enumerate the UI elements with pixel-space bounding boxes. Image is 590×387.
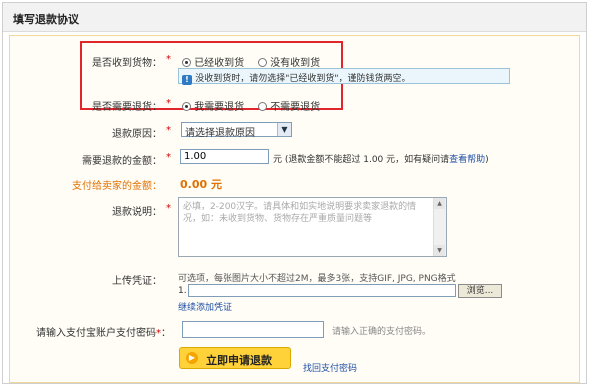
upload-index: 1.	[178, 286, 187, 296]
hint-prefix: 元 (退款金额不能超过 1.00 元，如有疑问请	[273, 155, 450, 165]
refund-reason-label-wrap: 退款原因：	[92, 125, 162, 140]
title-bar: 填写退款协议	[3, 3, 586, 32]
refund-description-textarea[interactable]: 必填，2-200汉字。请具体和如实地说明要求卖家退款的情况，如：未收到货物、货物…	[178, 197, 447, 257]
radio-icon[interactable]	[258, 102, 267, 111]
radio-label: 我需要退货	[194, 102, 245, 113]
upload-label-wrap: 上传凭证：	[92, 272, 162, 287]
radio-return-yes[interactable]: 我需要退货	[182, 98, 244, 113]
seller-payment-label: 支付给卖家的金额：	[72, 181, 162, 192]
refund-description-label-wrap: 退款说明：	[92, 203, 162, 218]
upload-file-input[interactable]	[188, 284, 456, 297]
radio-label: 不需要退货	[270, 102, 321, 113]
return-goods-label-wrap: 是否需要退货：	[92, 98, 162, 113]
notice-text: 没收到货时，请勿选择"已经收到货"，谨防钱货两空。	[195, 74, 411, 84]
seller-payment-value: 0.00 元	[180, 178, 222, 191]
help-link[interactable]: 查看帮助	[449, 155, 485, 165]
scroll-down-icon[interactable]: ▼	[434, 245, 445, 256]
radio-received-yes[interactable]: 已经收到货	[182, 54, 244, 69]
required-mark: *	[166, 125, 171, 136]
forgot-password-link[interactable]: 找回支付密码	[303, 361, 357, 374]
refund-amount-hint: 元 (退款金额不能超过 1.00 元，如有疑问请查看帮助)	[273, 152, 489, 165]
arrow-right-icon: ▶	[186, 352, 198, 364]
select-value: 请选择退款原因	[185, 128, 255, 139]
received-goods-notice: ! 没收到货时，请勿选择"已经收到货"，谨防钱货两空。	[178, 68, 510, 85]
add-more-evidence-link[interactable]: 继续添加凭证	[178, 300, 232, 313]
password-label: 请输入支付宝账户支付密码	[36, 328, 156, 339]
required-mark: *	[166, 54, 171, 65]
textarea-placeholder: 必填，2-200汉字。请具体和如实地说明要求卖家退款的情况，如：未收到货物、货物…	[183, 202, 417, 224]
scroll-up-icon[interactable]: ▲	[434, 198, 445, 209]
refund-amount-label-wrap: 需要退款的金额：	[82, 152, 162, 167]
refund-reason-select[interactable]: 请选择退款原因 ▼	[181, 122, 292, 139]
required-mark: *	[166, 203, 171, 214]
password-label-wrap: 请输入支付宝账户支付密码*：	[36, 324, 171, 339]
required-mark: *	[166, 152, 171, 163]
chevron-down-icon[interactable]: ▼	[277, 123, 291, 136]
seller-payment-label-wrap: 支付给卖家的金额：	[72, 177, 162, 192]
refund-reason-label: 退款原因：	[112, 129, 162, 140]
radio-received-no[interactable]: 没有收到货	[258, 54, 320, 69]
required-mark: *	[166, 98, 171, 109]
scrollbar[interactable]: ▲ ▼	[433, 198, 446, 256]
submit-refund-button[interactable]: ▶ 立即申请退款	[179, 347, 291, 369]
password-hint: 请输入正确的支付密码。	[332, 327, 432, 337]
submit-button-label: 立即申请退款	[206, 354, 272, 367]
info-icon: !	[182, 75, 192, 85]
page-title: 填写退款协议	[13, 13, 79, 26]
hint-suffix: )	[485, 155, 489, 165]
refund-amount-label: 需要退款的金额：	[82, 156, 162, 167]
password-colon: ：	[161, 328, 171, 339]
radio-icon[interactable]	[258, 58, 267, 67]
refund-description-label: 退款说明：	[112, 207, 162, 218]
received-goods-label: 是否收到货物：	[92, 58, 162, 69]
radio-icon-checked[interactable]	[182, 102, 191, 111]
refund-amount-value: 1.00	[184, 151, 207, 162]
radio-icon-checked[interactable]	[182, 58, 191, 67]
browse-button[interactable]: 浏览...	[458, 284, 502, 298]
refund-amount-input[interactable]: 1.00	[180, 149, 269, 164]
received-goods-label-wrap: 是否收到货物：	[92, 54, 162, 69]
upload-label: 上传凭证：	[112, 276, 162, 287]
radio-return-no[interactable]: 不需要退货	[258, 98, 320, 113]
browse-button-label: 浏览...	[466, 286, 494, 296]
return-goods-label: 是否需要退货：	[92, 102, 162, 113]
payment-password-input[interactable]	[182, 321, 324, 338]
upload-hint: 可选项，每张图片大小不超过2M，最多3张，支持GIF, JPG, PNG格式	[178, 274, 456, 284]
